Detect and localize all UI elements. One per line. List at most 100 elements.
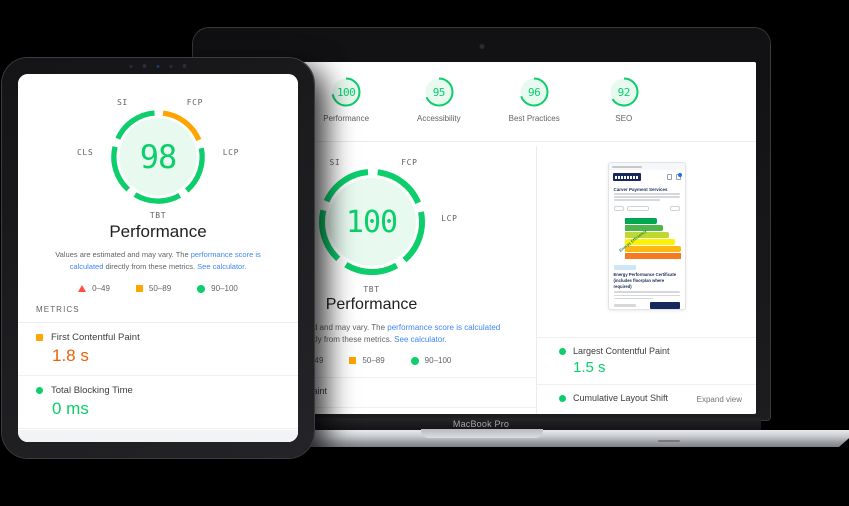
gauge-tick-tbt: TBT — [363, 285, 380, 294]
legend-item-average: 50–89 — [135, 284, 172, 294]
gauge-desc-text-2: directly from these metrics. — [103, 261, 198, 271]
metric-name: First Contentful Paint — [51, 332, 140, 344]
score-item-performance[interactable]: 100 Performance — [323, 76, 369, 123]
score-label-accessibility: Accessibility — [417, 114, 461, 123]
metric-value: 1.5 s — [573, 359, 606, 376]
gauge-value-tablet: 98 — [139, 138, 178, 176]
gauge-tick-si: SI — [117, 98, 128, 107]
thumbnail-article-title: Energy Performance Certificate (includes… — [613, 271, 677, 290]
gauge-desc-text-1: Values are estimated and may vary. The — [55, 250, 191, 259]
thumbnail-price — [613, 304, 636, 308]
triangle-icon — [78, 285, 87, 293]
thumbnail-site-nav — [609, 170, 685, 184]
page-screenshot-thumbnail[interactable]: Carver Payment Services Energy Efficienc… — [607, 162, 686, 310]
metric-header: First Contentful Paint — [36, 332, 280, 343]
gauge-value-desktop: 100 — [345, 204, 398, 240]
gauge-tick-cls: CLS — [77, 148, 94, 157]
tablet-device: 98 SI FCP CLS LCP TBT Performance Values… — [2, 58, 314, 458]
tablet-sensor-array — [129, 64, 187, 68]
thumbnail-article-text — [609, 291, 685, 300]
energy-rating-image: Energy Efficiency — [612, 215, 681, 262]
score-value-seo: 92 — [617, 85, 631, 99]
laptop-foot-right — [658, 440, 680, 442]
score-label-best-practices: Best Practices — [508, 114, 560, 123]
score-value-best-practices: 96 — [528, 85, 541, 99]
tablet-bottom-strip — [18, 430, 298, 442]
metric-row[interactable]: Total Blocking Time 0 ms — [18, 376, 298, 430]
carver-logo — [612, 173, 641, 181]
score-ring-best-practices: 96 — [518, 76, 550, 108]
legend-range-good: 90–100 — [424, 356, 452, 365]
thumbnail-cta-row — [613, 302, 680, 309]
see-calculator-link[interactable]: See calculator. — [197, 262, 246, 271]
square-icon — [349, 357, 357, 364]
lighthouse-report-tablet: 98 SI FCP CLS LCP TBT Performance Values… — [18, 74, 298, 442]
score-value-accessibility: 95 — [432, 85, 446, 99]
score-item-accessibility[interactable]: 95 Accessibility — [417, 76, 461, 123]
metric-header: Total Blocking Time — [36, 385, 280, 396]
thumbnail-url-placeholder — [611, 165, 642, 168]
ambient-light-sensor-icon — [156, 64, 160, 68]
legend-item-average: 50–89 — [349, 356, 385, 365]
gauge-tick-fcp: FCP — [401, 158, 418, 167]
gauge-tick-lcp: LCP — [441, 214, 458, 223]
thumbnail-filter-row — [609, 203, 685, 214]
circle-icon — [410, 356, 419, 365]
status-dot-icon — [559, 347, 566, 355]
score-label-performance: Performance — [323, 114, 370, 123]
score-item-best-practices[interactable]: 96 Best Practices — [509, 76, 560, 123]
score-ring-seo: 92 — [608, 76, 640, 108]
thumbnail-browser-bar — [608, 163, 685, 170]
metric-name: Total Blocking Time — [51, 385, 133, 397]
cart-icon — [675, 173, 682, 180]
legend-range-average: 50–89 — [362, 356, 385, 365]
performance-gauge-tablet: 98 SI FCP CLS LCP TBT — [77, 98, 238, 220]
see-calculator-link[interactable]: See calculator. — [394, 335, 446, 344]
laptop-base-notch — [420, 429, 543, 438]
camera-icon — [142, 64, 147, 68]
gauge-description-tablet: Values are estimated and may vary. The p… — [18, 249, 298, 272]
sensor-icon — [169, 64, 173, 68]
gauge-tick-tbt: TBT — [149, 211, 167, 220]
metric-value: 1.8 s — [52, 346, 89, 366]
gauge-tick-fcp: FCP — [186, 98, 203, 107]
legend-range-good: 90–100 — [211, 284, 238, 294]
laptop-camera-icon — [479, 44, 484, 49]
score-legend-tablet: 0–49 50–89 90–100 — [18, 284, 298, 293]
metric-header: Cumulative Layout Shift — [559, 393, 738, 403]
filter-chip-categories — [626, 205, 649, 211]
thumbnail-paragraph — [609, 193, 685, 201]
square-icon — [135, 285, 143, 293]
gauge-tick-lcp: LCP — [222, 148, 239, 157]
legend-item-good: 90–100 — [410, 356, 452, 365]
legend-range-average: 50–89 — [148, 284, 172, 294]
screenshot-stage: 100 Performance 95 Accessibility 96 Best… — [0, 0, 849, 506]
laptop-model-label: MacBook Pro — [452, 419, 510, 429]
filter-chip-sort — [669, 205, 680, 211]
legend-range-poor: 0–49 — [92, 284, 110, 294]
performance-score-link[interactable]: performance score is calculated — [387, 323, 500, 332]
metric-row[interactable]: First Contentful Paint 1.8 s — [18, 323, 298, 377]
metric-name: Largest Contentful Paint — [573, 346, 670, 356]
gauge-tick-si: SI — [329, 158, 341, 167]
dot-projector-icon — [182, 64, 187, 68]
filter-chip — [613, 205, 624, 211]
status-dot-icon — [36, 387, 43, 395]
score-ring-accessibility: 95 — [423, 76, 455, 108]
tablet-body: 98 SI FCP CLS LCP TBT Performance Values… — [2, 58, 314, 458]
thumbnail-nav-icons — [666, 173, 682, 180]
thumbnail-heading: Carver Payment Services — [613, 187, 668, 192]
metric-row[interactable]: Largest Contentful Paint 1.5 s — [537, 337, 756, 384]
legend-item-poor: 0–49 — [78, 284, 110, 293]
metric-row[interactable]: Cumulative Layout Shift — [537, 384, 756, 414]
performance-gauge-desktop: 100 SI FCP CLS LCP TBT — [286, 158, 457, 294]
legend-item-good: 90–100 — [197, 284, 238, 293]
menu-icon — [666, 174, 672, 180]
tablet-screen: 98 SI FCP CLS LCP TBT Performance Values… — [18, 74, 298, 442]
sensor-icon — [129, 64, 133, 68]
status-dot-icon — [559, 394, 566, 402]
score-item-seo[interactable]: 92 SEO — [608, 76, 640, 123]
score-ring-performance: 100 — [330, 76, 362, 108]
metric-name: Cumulative Layout Shift — [573, 393, 669, 403]
status-square-icon — [36, 334, 43, 342]
